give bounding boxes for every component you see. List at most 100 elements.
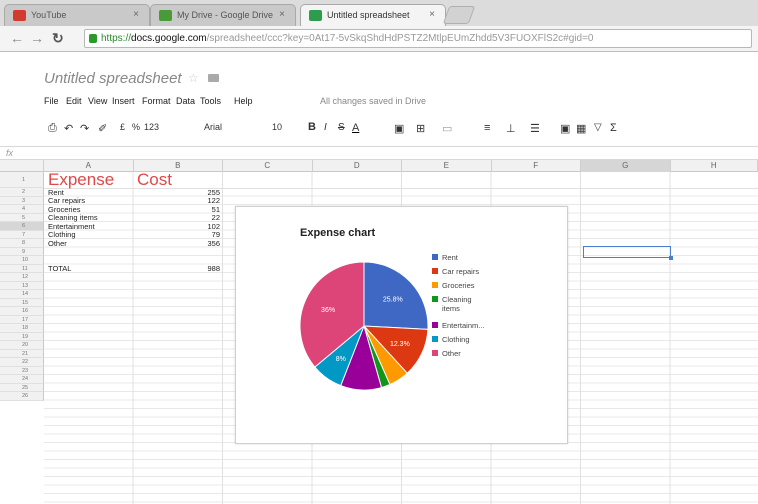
cell-b11[interactable]: 988 <box>180 264 220 274</box>
row-header-12[interactable]: 12 <box>0 273 44 282</box>
italic-button[interactable]: I <box>324 122 327 133</box>
tab-google-drive[interactable]: My Drive - Google Drive × <box>150 4 296 26</box>
reload-icon[interactable]: ↻ <box>52 30 64 47</box>
close-icon[interactable]: × <box>133 9 139 20</box>
row-header-20[interactable]: 20 <box>0 341 44 350</box>
menu-insert[interactable]: Insert <box>112 96 135 106</box>
row-header-14[interactable]: 14 <box>0 290 44 299</box>
tab-untitled-spreadsheet[interactable]: Untitled spreadsheet × <box>300 4 446 26</box>
insert-chart-icon[interactable]: ▦ <box>576 122 586 135</box>
legend-item[interactable]: Rent <box>432 253 458 262</box>
row-header-2[interactable]: 2 <box>0 188 44 197</box>
row-header-4[interactable]: 4 <box>0 205 44 214</box>
paint-format-icon[interactable]: ✐ <box>98 122 107 135</box>
new-tab-button[interactable] <box>442 6 476 24</box>
row-header-10[interactable]: 10 <box>0 256 44 265</box>
font-size-dropdown[interactable]: 10 <box>272 122 282 132</box>
column-header-c[interactable]: C <box>223 160 313 172</box>
row-header-24[interactable]: 24 <box>0 375 44 384</box>
column-header-g[interactable]: G <box>581 160 671 172</box>
menu-view[interactable]: View <box>88 96 107 106</box>
row-header-21[interactable]: 21 <box>0 349 44 358</box>
forward-arrow-icon[interactable]: → <box>30 30 44 46</box>
functions-button[interactable]: Σ <box>610 122 617 134</box>
filter-icon[interactable]: ▽ <box>594 122 602 133</box>
legend-item[interactable]: Car repairs <box>432 267 479 276</box>
drive-icon <box>159 10 172 21</box>
star-icon[interactable]: ☆ <box>188 71 199 85</box>
bold-button[interactable]: B <box>308 121 316 133</box>
back-arrow-icon[interactable]: ← <box>10 30 24 46</box>
text-color-button[interactable]: A <box>352 122 359 134</box>
pie-slice-rent[interactable] <box>363 261 429 330</box>
row-header-5[interactable]: 5 <box>0 213 44 222</box>
selected-cell[interactable] <box>583 246 673 260</box>
row-header-13[interactable]: 13 <box>0 281 44 290</box>
folder-icon[interactable] <box>208 74 219 82</box>
cell-b1[interactable]: Cost <box>137 171 172 188</box>
legend-label: Rent <box>442 253 458 262</box>
tab-youtube[interactable]: YouTube × <box>4 4 150 26</box>
row-header-3[interactable]: 3 <box>0 196 44 205</box>
currency-format-button[interactable]: £ <box>120 122 125 132</box>
row-header-25[interactable]: 25 <box>0 383 44 392</box>
legend-item[interactable]: Entertainm... <box>432 321 485 330</box>
cell-b8[interactable]: 356 <box>180 239 220 249</box>
merge-cells-icon[interactable]: ▭ <box>442 122 452 135</box>
row-header-7[interactable]: 7 <box>0 230 44 239</box>
row-header-16[interactable]: 16 <box>0 307 44 316</box>
insert-comment-icon[interactable]: ▣ <box>560 122 570 135</box>
fill-color-icon[interactable]: ▣ <box>394 122 404 135</box>
url-input[interactable]: https://docs.google.com/spreadsheet/ccc?… <box>84 29 752 48</box>
undo-icon[interactable]: ↶ <box>64 122 73 135</box>
close-icon[interactable]: × <box>429 9 435 20</box>
row-header-9[interactable]: 9 <box>0 247 44 256</box>
number-format-dropdown[interactable]: 123 <box>144 122 159 132</box>
cell-a8[interactable]: Other <box>48 239 67 249</box>
menu-tools[interactable]: Tools <box>200 96 221 106</box>
row-header-8[interactable]: 8 <box>0 239 44 248</box>
cell-a1[interactable]: Expense <box>48 171 114 188</box>
column-header-d[interactable]: D <box>313 160 402 172</box>
borders-icon[interactable]: ⊞ <box>416 122 425 135</box>
row-header-15[interactable]: 15 <box>0 298 44 307</box>
align-icon[interactable]: ≡ <box>484 122 490 134</box>
pie-slice-label: 8% <box>336 356 346 363</box>
expense-chart[interactable]: Expense chart 25.8% 12.3% 8% 36% Rent Car re… <box>235 206 568 444</box>
menu-edit[interactable]: Edit <box>66 96 82 106</box>
close-icon[interactable]: × <box>279 9 285 20</box>
menu-data[interactable]: Data <box>176 96 195 106</box>
legend-item[interactable]: Other <box>432 349 461 358</box>
vertical-align-icon[interactable]: ⊥ <box>506 122 516 135</box>
menu-format[interactable]: Format <box>142 96 171 106</box>
row-header-18[interactable]: 18 <box>0 324 44 333</box>
row-header-6[interactable]: 6 <box>0 222 44 231</box>
legend-swatch <box>432 254 438 260</box>
row-header-11[interactable]: 11 <box>0 264 44 273</box>
row-header-19[interactable]: 19 <box>0 332 44 341</box>
row-header-23[interactable]: 23 <box>0 366 44 375</box>
percent-format-button[interactable]: % <box>132 122 140 132</box>
row-header-26[interactable]: 26 <box>0 392 44 401</box>
legend-item[interactable]: Groceries <box>432 281 475 290</box>
legend-item[interactable]: Clothing <box>432 335 470 344</box>
column-header-h[interactable]: H <box>671 160 758 172</box>
strikethrough-button[interactable]: S <box>338 122 345 133</box>
legend-item[interactable]: Cleaning <box>432 295 472 304</box>
corner-cell[interactable] <box>0 160 44 172</box>
font-family-dropdown[interactable]: Arial <box>204 122 222 132</box>
cell-a11[interactable]: TOTAL <box>48 264 71 274</box>
print-icon[interactable]: ⎙ <box>48 122 57 135</box>
wrap-text-icon[interactable]: ☰ <box>530 122 540 135</box>
formula-bar[interactable]: fx <box>0 146 758 160</box>
legend-label: Clothing <box>442 335 470 344</box>
column-header-e[interactable]: E <box>402 160 492 172</box>
column-header-f[interactable]: F <box>492 160 581 172</box>
menu-file[interactable]: File <box>44 96 59 106</box>
redo-icon[interactable]: ↷ <box>80 122 89 135</box>
row-header-22[interactable]: 22 <box>0 358 44 367</box>
row-header-1[interactable]: 1 <box>0 172 44 188</box>
document-title[interactable]: Untitled spreadsheet <box>44 70 182 87</box>
row-header-17[interactable]: 17 <box>0 315 44 324</box>
menu-help[interactable]: Help <box>234 96 253 106</box>
